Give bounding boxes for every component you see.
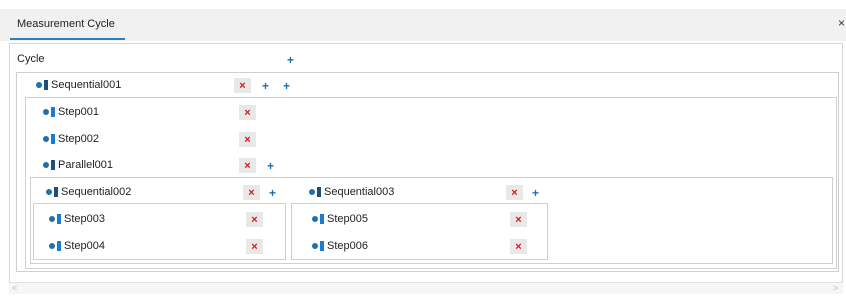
sequential-icon [44,80,48,91]
add-step-sequential002-button[interactable]: + [264,185,281,200]
scroll-right-icon[interactable]: > [833,283,838,293]
remove-sequential001-button[interactable]: × [234,78,251,93]
tab-measurement-cycle[interactable]: Measurement Cycle [10,9,125,41]
node-sequential003[interactable]: Sequential003 [309,186,394,198]
step-icon [51,134,55,145]
node-label: Sequential001 [51,79,122,91]
step-icon [320,241,324,252]
node-step003[interactable]: Step003 [49,213,105,225]
parallel-icon [51,160,55,171]
remove-step003-button[interactable]: × [246,212,263,227]
step-icon [51,107,55,118]
sequential-icon [317,187,321,198]
remove-step001-button[interactable]: × [239,105,256,120]
node-label: Sequential003 [324,186,395,198]
step-icon [320,214,324,225]
node-step001[interactable]: Step001 [43,106,99,118]
add-branch-sequential001-button[interactable]: + [278,78,295,93]
tab-bar [0,9,846,41]
remove-step004-button[interactable]: × [246,239,263,254]
remove-step005-button[interactable]: × [510,212,527,227]
horizontal-scrollbar[interactable] [9,282,843,294]
add-step-sequential001-button[interactable]: + [257,78,274,93]
node-sequential002[interactable]: Sequential002 [46,186,131,198]
remove-parallel001-button[interactable]: × [239,158,256,173]
node-label: Step003 [64,213,105,225]
node-step002[interactable]: Step002 [43,133,99,145]
node-dot-icon [36,82,42,89]
root-label: Cycle [17,53,45,65]
add-step-sequential003-button[interactable]: + [527,185,544,200]
node-dot-icon [309,189,315,196]
node-dot-icon [43,136,49,143]
node-dot-icon [312,243,318,250]
node-dot-icon [49,216,55,223]
node-dot-icon [43,162,49,169]
remove-sequential003-button[interactable]: × [506,185,523,200]
node-dot-icon [46,189,52,196]
node-label: Sequential002 [61,186,132,198]
remove-sequential002-button[interactable]: × [243,185,260,200]
step-icon [57,241,61,252]
active-tab-indicator [10,38,125,40]
node-sequential001[interactable]: Sequential001 [36,79,121,91]
node-step006[interactable]: Step006 [312,240,368,252]
node-label: Step005 [327,213,368,225]
node-label: Step004 [64,240,105,252]
node-dot-icon [43,109,49,116]
node-label: Step002 [58,133,99,145]
add-root-button[interactable]: + [282,52,299,67]
sequential-icon [54,187,58,198]
node-step004[interactable]: Step004 [49,240,105,252]
node-step005[interactable]: Step005 [312,213,368,225]
node-parallel001[interactable]: Parallel001 [43,159,113,171]
remove-step006-button[interactable]: × [510,239,527,254]
node-label: Parallel001 [58,159,114,171]
add-branch-parallel001-button[interactable]: + [262,158,279,173]
close-icon[interactable]: × [838,16,845,30]
remove-step002-button[interactable]: × [239,132,256,147]
node-dot-icon [49,243,55,250]
scroll-left-icon[interactable]: < [12,283,17,293]
node-label: Step001 [58,106,99,118]
node-dot-icon [312,216,318,223]
step-icon [57,214,61,225]
node-label: Step006 [327,240,368,252]
